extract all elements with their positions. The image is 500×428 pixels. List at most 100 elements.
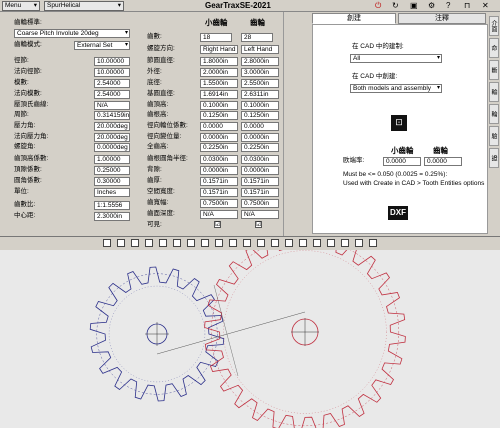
parameter-input[interactable]: Inches <box>94 188 130 197</box>
input-lock-icon[interactable] <box>88 122 93 130</box>
parameter-input[interactable]: 2.54000 <box>94 90 130 99</box>
layer-select[interactable]: All ▾ <box>350 54 442 63</box>
pinion-parameter-input[interactable]: 0.2250in <box>200 143 238 152</box>
gear-parameter-input[interactable]: 2.8000in <box>241 57 279 66</box>
input-lock-icon[interactable] <box>88 201 93 209</box>
input-lock-icon[interactable] <box>88 133 93 141</box>
pinion-parameter-input[interactable]: 0.0300in <box>200 155 238 164</box>
side-tab[interactable]: 斷 <box>489 60 499 80</box>
tab-annotation[interactable]: 注釋 <box>398 13 486 24</box>
view-top-icon[interactable] <box>173 239 181 247</box>
gear-parameter-input[interactable]: 0.0300in <box>241 155 279 164</box>
pinion-accuracy-input[interactable]: 0.0000 <box>383 157 421 166</box>
document-select[interactable]: SpurHelical ▾ <box>44 1 124 11</box>
gear-parameter-input[interactable]: 0.2250in <box>241 143 279 152</box>
menu-button[interactable]: Menu ▾ <box>2 1 40 11</box>
parameter-input[interactable]: 0.0000deg <box>94 143 130 152</box>
side-tab[interactable]: 證 <box>489 148 499 168</box>
pinion-parameter-input[interactable]: 0.0000 <box>200 122 238 131</box>
save-icon[interactable]: ▣ <box>410 1 418 10</box>
gear-hand-select[interactable]: Left Hand <box>241 45 279 54</box>
pin-icon[interactable]: ⊓ <box>464 1 470 10</box>
create-select[interactable]: Both models and assembly ▾ <box>350 84 442 93</box>
pinion-parameter-input[interactable]: 2.0000in <box>200 68 238 77</box>
rotate-icon[interactable] <box>145 239 153 247</box>
side-tab[interactable]: 驗 <box>489 126 499 146</box>
side-tab[interactable]: 輸 <box>489 82 499 102</box>
wireframe-icon[interactable] <box>285 239 293 247</box>
parameter-input[interactable]: 2.54000 <box>94 79 130 88</box>
gear-parameter-input[interactable]: 0.1250in <box>241 111 279 120</box>
side-tab[interactable]: 介面 <box>489 16 499 36</box>
input-lock-icon[interactable] <box>88 57 93 65</box>
parameter-input[interactable]: 10.00000 <box>94 57 130 66</box>
parameter-input[interactable]: 20.000deg <box>94 122 130 131</box>
create-in-cad-icon[interactable]: ⊡ <box>391 115 407 131</box>
parameter-input[interactable]: N/A <box>94 101 130 110</box>
view-iso-icon[interactable] <box>201 239 209 247</box>
view-right-icon[interactable] <box>187 239 195 247</box>
gear-parameter-input[interactable]: 3.0000in <box>241 68 279 77</box>
pinion-hand-select[interactable]: Right Hand <box>200 45 238 54</box>
input-lock-icon[interactable] <box>88 90 93 98</box>
zoom-fit-icon[interactable] <box>131 239 139 247</box>
gear-accuracy-input[interactable]: 0.0000 <box>424 157 462 166</box>
input-lock-icon[interactable] <box>88 68 93 76</box>
input-lock-icon[interactable] <box>88 79 93 87</box>
parameter-input[interactable]: 0.25000 <box>94 166 130 175</box>
pinion-parameter-input[interactable]: 1.5500in <box>200 79 238 88</box>
hidden-lines-icon[interactable] <box>299 239 307 247</box>
view-left-icon[interactable] <box>243 239 251 247</box>
pinion-visible-checkbox[interactable]: ☑ <box>214 221 221 228</box>
gear-parameter-input[interactable]: 0.7500in <box>241 199 279 208</box>
pinion-parameter-input[interactable]: N/A <box>200 210 238 219</box>
pinion-parameter-input[interactable]: 1.8000in <box>200 57 238 66</box>
zoom-out-icon[interactable] <box>117 239 125 247</box>
settings-icon[interactable]: ⚙ <box>428 1 435 10</box>
pinion-parameter-input[interactable]: 1.6914in <box>200 90 238 99</box>
mode-select[interactable]: External Set ▾ <box>74 41 130 50</box>
measure-icon[interactable] <box>327 239 335 247</box>
dxf-export-button[interactable]: DXF <box>388 206 408 220</box>
close-icon[interactable]: ✕ <box>482 1 489 10</box>
gear-visible-checkbox[interactable]: ☑ <box>255 221 262 228</box>
parameter-input[interactable]: 1:1.5556 <box>94 201 130 210</box>
parameter-input[interactable]: 2.3000in <box>94 212 130 221</box>
gear-parameter-input[interactable]: N/A <box>241 210 279 219</box>
side-tab[interactable]: 輪 <box>489 104 499 124</box>
view-3d-icon[interactable] <box>215 239 223 247</box>
gear-parameter-input[interactable]: 0.0000in <box>241 133 279 142</box>
view-bottom-icon[interactable] <box>257 239 265 247</box>
export-icon[interactable] <box>355 239 363 247</box>
tab-create[interactable]: 創建 <box>312 13 396 24</box>
zoom-in-icon[interactable] <box>103 239 111 247</box>
help-icon[interactable]: ? <box>446 1 450 10</box>
reset-icon[interactable] <box>369 239 377 247</box>
input-lock-icon[interactable] <box>88 212 93 220</box>
gear-parameter-input[interactable]: 0.1571in <box>241 188 279 197</box>
gear-parameter-input[interactable]: 0.1571in <box>241 177 279 186</box>
gear-parameter-input[interactable]: 2.6311in <box>241 90 279 99</box>
gear-canvas[interactable] <box>0 250 500 428</box>
side-tab[interactable]: 命 <box>489 38 499 58</box>
pinion-parameter-input[interactable]: 0.1250in <box>200 111 238 120</box>
pinion-parameter-input[interactable]: 0.7500in <box>200 199 238 208</box>
layers-icon[interactable] <box>313 239 321 247</box>
gear-teeth-input[interactable]: 28 <box>241 33 273 42</box>
shaded-icon[interactable] <box>271 239 279 247</box>
gear-parameter-input[interactable]: 0.1000in <box>241 101 279 110</box>
pinion-teeth-input[interactable]: 18 <box>200 33 232 42</box>
parameter-input[interactable]: 1.00000 <box>94 155 130 164</box>
parameter-input[interactable]: 0.314159in <box>94 111 130 120</box>
view-back-icon[interactable] <box>229 239 237 247</box>
pinion-parameter-input[interactable]: 0.0000in <box>200 133 238 142</box>
gear-parameter-input[interactable]: 0.0000in <box>241 166 279 175</box>
refresh-icon[interactable]: ↻ <box>392 1 399 10</box>
parameter-input[interactable]: 0.30000 <box>94 177 130 186</box>
pinion-parameter-input[interactable]: 0.1571in <box>200 177 238 186</box>
pinion-parameter-input[interactable]: 0.1000in <box>200 101 238 110</box>
pinion-parameter-input[interactable]: 0.1571in <box>200 188 238 197</box>
parameter-input[interactable]: 10.00000 <box>94 68 130 77</box>
view-front-icon[interactable] <box>159 239 167 247</box>
standard-select[interactable]: Coarse Pitch Involute 20deg ▾ <box>14 29 130 38</box>
